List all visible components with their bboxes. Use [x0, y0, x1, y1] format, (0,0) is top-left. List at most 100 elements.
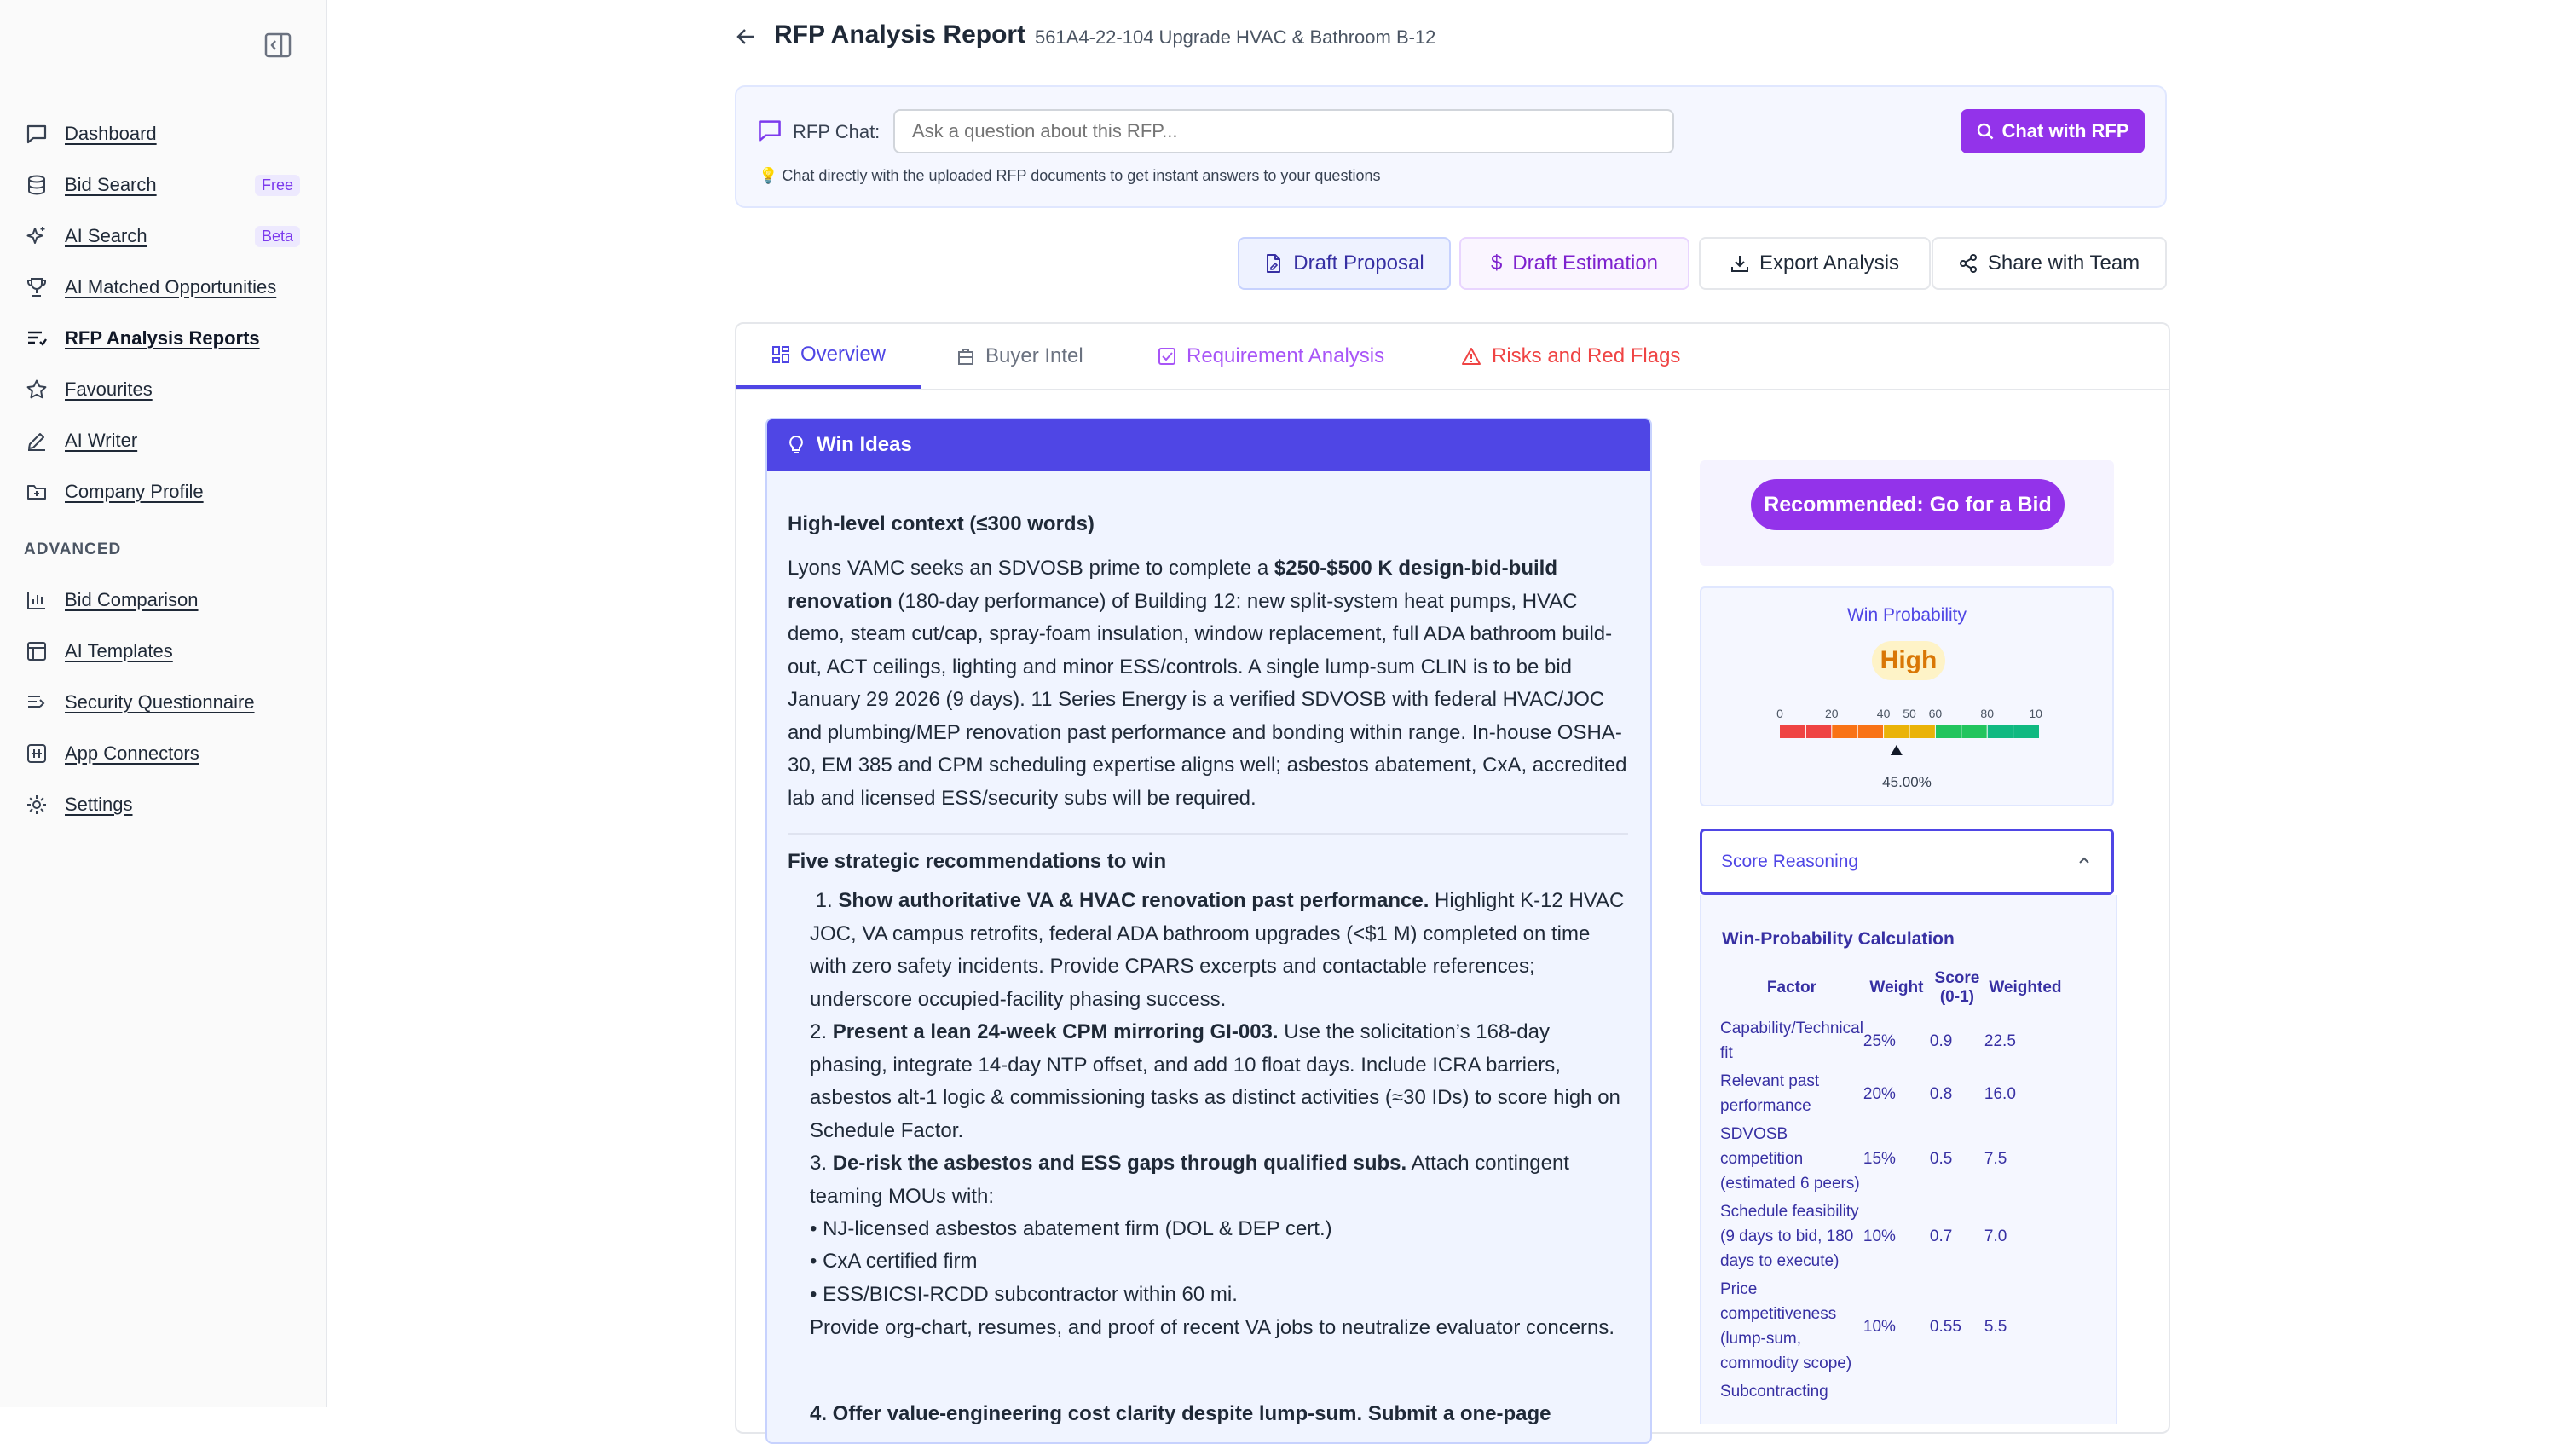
sidebar-item-ai-writer[interactable]: AI Writer — [24, 422, 137, 459]
tab-label: Overview — [800, 343, 887, 366]
recommendation-item: 4. Offer value-engineering cost clarity … — [810, 1402, 1551, 1425]
score-reasoning-toggle[interactable]: Score Reasoning — [1700, 829, 2114, 895]
grid-icon — [771, 346, 789, 363]
arrow-left-icon — [736, 29, 754, 44]
rfp-chat-input[interactable] — [893, 109, 1674, 153]
sidebar-item-label: AI Matched Opportunities — [65, 276, 277, 297]
table-row: Relevant past performance 20% 0.8 16.0 — [1720, 1067, 2066, 1120]
collapse-sidebar-button[interactable] — [262, 31, 294, 60]
table-row: Capability/Technical fit 25% 0.9 22.5 — [1720, 1014, 2066, 1067]
gauge-tick-label: 20 — [1825, 707, 1839, 720]
sidebar-item-settings[interactable]: Settings — [24, 786, 133, 823]
weight-cell: 25% — [1863, 1031, 1896, 1050]
draft-proposal-button[interactable]: Draft Proposal — [1238, 237, 1451, 290]
folder-icon — [24, 479, 49, 505]
star-icon — [24, 377, 49, 402]
sidebar-item-label: AI Writer — [65, 430, 138, 451]
weighted-cell — [1984, 1378, 2066, 1406]
chat-icon — [757, 118, 783, 147]
table-row: Schedule feasibility (9 days to bid, 180… — [1720, 1198, 2066, 1275]
sidebar-item-bid-search[interactable]: Bid Search Free — [24, 166, 300, 204]
trophy-icon — [24, 274, 49, 300]
context-text: Lyons VAMC seeks an SDVOSB prime to comp… — [788, 557, 1274, 580]
sidebar-item-ai-matched-opportunities[interactable]: AI Matched Opportunities — [24, 269, 276, 306]
win-probability-level: High — [1872, 641, 1945, 680]
chat-with-rfp-button[interactable]: Chat with RFP — [1961, 109, 2145, 153]
sidebar-item-label: AI Search — [65, 225, 147, 246]
draft-estimation-button[interactable]: $ Draft Estimation — [1459, 237, 1689, 290]
chat-with-rfp-label: Chat with RFP — [2001, 120, 2129, 142]
factor-cell: SDVOSB competition (estimated 6 peers) — [1720, 1125, 1860, 1193]
sidebar-item-label: Dashboard — [65, 123, 157, 144]
back-button[interactable] — [735, 22, 760, 51]
rec-tail: Provide org-chart, resumes, and proof of… — [810, 1316, 1615, 1339]
recommendation-item: 2. Present a lean 24-week CPM mirroring … — [810, 1016, 1628, 1147]
weighted-cell: 7.5 — [1984, 1150, 2007, 1168]
weight-cell: 15% — [1863, 1150, 1896, 1168]
download-icon — [1730, 256, 1748, 272]
tab-risks-and-red-flags[interactable]: Risks and Red Flags — [1461, 324, 1680, 389]
sidebar-item-favourites[interactable]: Favourites — [24, 371, 153, 408]
sidebar-item-security-questionnaire[interactable]: Security Questionnaire — [24, 684, 255, 721]
sidebar-item-rfp-analysis-reports[interactable]: RFP Analysis Reports — [24, 320, 260, 357]
plug-icon — [24, 741, 49, 766]
column-header: Factor — [1766, 979, 1816, 996]
page-subtitle: 561A4-22-104 Upgrade HVAC & Bathroom B-1… — [1035, 26, 1436, 48]
score-cell: 0.55 — [1929, 1317, 1961, 1336]
weighted-cell: 5.5 — [1984, 1317, 2007, 1336]
tab-overview[interactable]: Overview — [736, 324, 921, 389]
sidebar-item-ai-search[interactable]: AI Search Beta — [24, 217, 300, 255]
rfp-chat-panel: RFP Chat: Chat with RFP 💡 Chat directly … — [735, 85, 2167, 208]
sidebar-item-app-connectors[interactable]: App Connectors — [24, 735, 199, 772]
sidebar-item-bid-comparison[interactable]: Bid Comparison — [24, 581, 199, 619]
sidebar-item-label: Security Questionnaire — [65, 691, 255, 713]
tab-requirement-analysis[interactable]: Requirement Analysis — [1158, 324, 1384, 389]
tab-label: Risks and Red Flags — [1492, 344, 1681, 367]
win-probability-value: 45.00% — [1882, 774, 1932, 790]
sparkles-icon — [24, 223, 49, 249]
draft-proposal-label: Draft Proposal — [1293, 251, 1424, 274]
weight-cell: 10% — [1863, 1227, 1896, 1245]
calculation-title: Win-Probability Calculation — [1722, 929, 1955, 949]
win-probability-title: Win Probability — [1846, 605, 1967, 625]
rec-bullet: • CxA certified firm — [810, 1250, 978, 1273]
rec-title: De-risk the asbestos and ESS gaps throug… — [832, 1152, 1407, 1175]
building-icon — [958, 349, 973, 365]
table-row: SDVOSB competition (estimated 6 peers) 15… — [1720, 1120, 2066, 1198]
win-probability-gauge: 0 20 40 50 60 80 100 — [1776, 707, 2042, 755]
factor-cell: Capability/Technical fit — [1720, 1019, 1863, 1062]
chat-hint: 💡 Chat directly with the uploaded RFP do… — [759, 167, 1381, 184]
sidebar-item-label: Bid Comparison — [65, 589, 199, 610]
factor-cell: Price competitiveness (lump-sum, commodi… — [1720, 1280, 1852, 1372]
tab-buyer-intel[interactable]: Buyer Intel — [956, 324, 1083, 389]
sidebar-item-label: Settings — [65, 794, 133, 815]
sidebar-item-dashboard[interactable]: Dashboard — [24, 115, 157, 153]
share-with-team-button[interactable]: Share with Team — [1932, 237, 2167, 290]
checkbox-icon — [1158, 348, 1175, 365]
rec-number: 2. — [810, 1020, 828, 1043]
lightbulb-icon — [788, 435, 805, 455]
gauge-tick-label: 0 — [1776, 707, 1783, 720]
advanced-section-label: ADVANCED — [24, 540, 122, 558]
document-icon — [1267, 254, 1281, 273]
calculation-table: Factor Weight Score (0-1) Weighted Capab… — [1720, 962, 2066, 1406]
export-analysis-button[interactable]: Export Analysis — [1699, 237, 1931, 290]
sidebar-item-label: Bid Search — [65, 174, 157, 195]
dollar-icon: $ — [1490, 251, 1503, 274]
rfp-chat-label: RFP Chat: — [793, 121, 881, 142]
weight-cell — [1863, 1378, 1930, 1406]
sidebar-item-company-profile[interactable]: Company Profile — [24, 473, 204, 511]
win-ideas-card: Win Ideas High-level context (≤300 words… — [765, 418, 1652, 1444]
weighted-cell: 22.5 — [1984, 1031, 2016, 1050]
weighted-cell: 16.0 — [1984, 1084, 2016, 1103]
sidebar-item-label: App Connectors — [65, 742, 199, 764]
column-header: Score (0-1) — [1934, 969, 1980, 1006]
sidebar-item-ai-templates[interactable]: AI Templates — [24, 632, 173, 670]
table-row: Price competitiveness (lump-sum, commodi… — [1720, 1275, 2066, 1378]
chat-bubble-icon — [24, 121, 49, 147]
list-icon — [24, 326, 49, 351]
recommendation-badge: Recommended: Go for a Bid — [1751, 479, 2065, 530]
win-ideas-header: Win Ideas — [767, 419, 1650, 471]
tab-bar: Overview Buyer Intel Requirement Analysi… — [736, 324, 2169, 390]
weighted-cell: 7.0 — [1984, 1227, 2007, 1245]
